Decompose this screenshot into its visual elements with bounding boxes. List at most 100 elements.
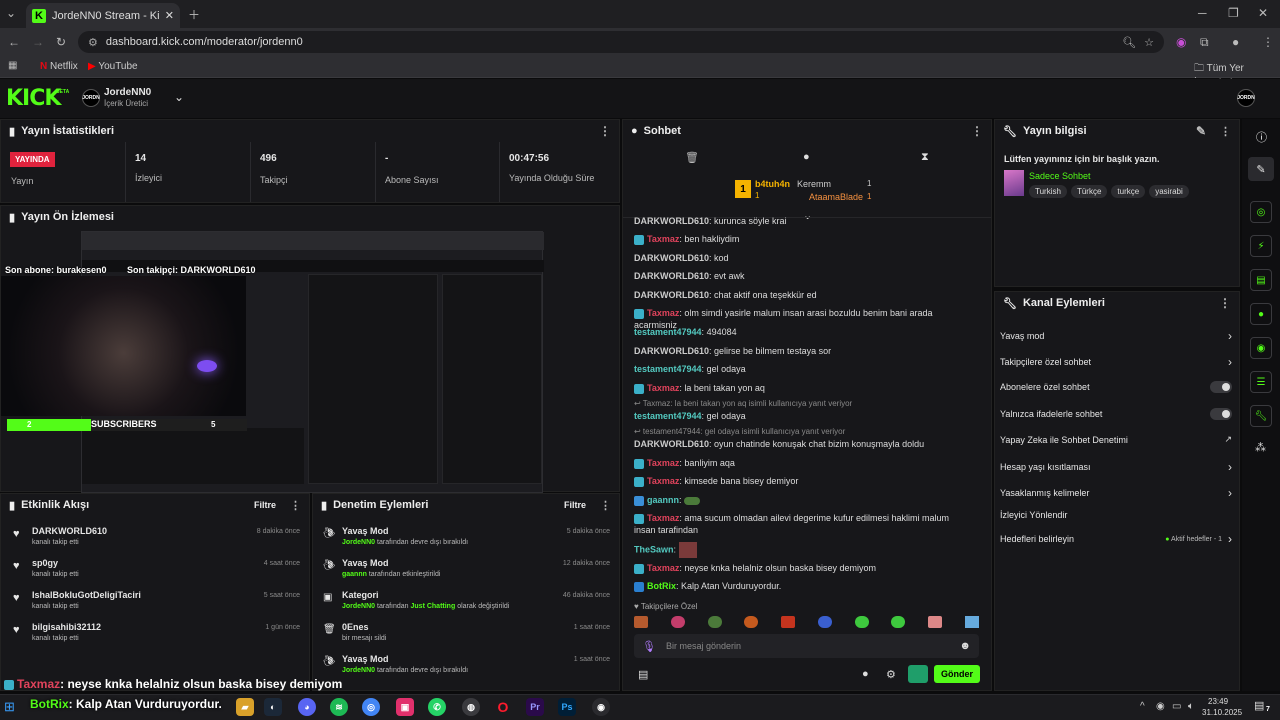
- stats-menu-icon[interactable]: ⋮: [599, 124, 611, 138]
- whatsapp-icon[interactable]: ✆: [428, 698, 446, 716]
- chat-user[interactable]: Taxmaz: [647, 513, 679, 523]
- edit-icon[interactable]: ✎: [1196, 124, 1206, 138]
- site-info-icon[interactable]: ⚙: [88, 36, 98, 49]
- activity-name[interactable]: sp0gy: [32, 558, 58, 568]
- emote-icon[interactable]: [744, 616, 759, 628]
- chat-user[interactable]: DARKWORLD610: [634, 253, 709, 263]
- modlog-category[interactable]: Just Chatting: [411, 603, 456, 610]
- back-icon[interactable]: ←: [8, 35, 20, 49]
- channel-switch-chevron-icon[interactable]: ⌄: [174, 90, 184, 104]
- chat-user[interactable]: DARKWORLD610: [634, 439, 709, 449]
- actions-menu-icon[interactable]: ⋮: [1219, 296, 1231, 310]
- profile-icon[interactable]: ●: [1232, 35, 1239, 49]
- bookmark-star-icon[interactable]: ☆: [1144, 36, 1154, 49]
- app-icon[interactable]: ◍: [462, 698, 480, 716]
- tray-app-icon[interactable]: ◉: [1156, 701, 1165, 712]
- chat-user[interactable]: TheSawn: [634, 544, 674, 554]
- chat-user[interactable]: Taxmaz: [647, 476, 679, 486]
- obs-icon[interactable]: ◉: [592, 698, 610, 716]
- emote-icon[interactable]: [817, 616, 832, 628]
- emoji-icon[interactable]: ☻: [959, 640, 971, 652]
- modlog-actor[interactable]: JordeNN0: [342, 539, 375, 546]
- tab-search-icon[interactable]: ⌄: [6, 6, 16, 20]
- premiere-icon[interactable]: Pr: [526, 698, 544, 716]
- sub-chat-toggle[interactable]: [1210, 381, 1232, 393]
- action-banned-words[interactable]: Yasaklanmış kelimeler ›: [1000, 486, 1232, 500]
- file-explorer-icon[interactable]: ▰: [236, 698, 254, 716]
- chat-user[interactable]: Taxmaz: [647, 234, 679, 244]
- chat-user[interactable]: testament47944: [634, 411, 702, 421]
- tools-icon[interactable]: 🔧︎: [1250, 405, 1272, 427]
- action-slow-mode[interactable]: Yavaş mod ›: [1000, 329, 1232, 343]
- url-field[interactable]: ⚙ dashboard.kick.com/moderator/jordenn0 …: [78, 31, 1164, 53]
- action-sub-chat[interactable]: Abonelere özel sohbet: [1000, 381, 1232, 393]
- browser-menu-icon[interactable]: ⋮: [1262, 35, 1274, 49]
- chat-user[interactable]: testament47944: [634, 364, 702, 374]
- activity-filter[interactable]: Filtre: [254, 500, 276, 510]
- list-icon[interactable]: ☰: [1250, 371, 1272, 393]
- chat-input[interactable]: 🎙︎ Bir mesaj gönderin ☻: [634, 634, 979, 658]
- chat-users-icon[interactable]: ●: [862, 668, 869, 680]
- stream-title-prompt[interactable]: Lütfen yayınınız için bir başlık yazın.: [1004, 154, 1160, 164]
- modlog-menu-icon[interactable]: ⋮: [600, 499, 611, 512]
- chat-user[interactable]: DARKWORLD610: [634, 216, 709, 226]
- apps-grid-icon[interactable]: ▦: [8, 60, 17, 71]
- chat-user[interactable]: Taxmaz: [647, 308, 679, 318]
- modlog-filter[interactable]: Filtre: [564, 500, 586, 510]
- restore-icon[interactable]: ❐: [1228, 6, 1239, 20]
- chat-user[interactable]: Taxmaz: [647, 458, 679, 468]
- chat-user[interactable]: DARKWORLD610: [634, 271, 709, 281]
- chrome-icon[interactable]: ◎: [362, 698, 380, 716]
- activity-name[interactable]: DARKWORLD610: [32, 526, 107, 536]
- emote-icon[interactable]: [670, 616, 685, 628]
- info-menu-icon[interactable]: ⋮: [1220, 125, 1231, 138]
- browser-tab[interactable]: K JordeNN0 Stream - Kick Dashb ✕: [26, 3, 180, 28]
- gift-icon[interactable]: ▤: [638, 668, 648, 681]
- action-ai-moderation[interactable]: Yapay Zeka ile Sohbet Denetimi ↗: [1000, 434, 1232, 445]
- leader-second[interactable]: Keremm: [797, 179, 831, 189]
- minimize-icon[interactable]: ─: [1198, 6, 1207, 20]
- photoshop-icon[interactable]: Ps: [558, 698, 576, 716]
- chat-menu-icon[interactable]: ⋮: [971, 124, 983, 138]
- zoom-icon[interactable]: 🔍︎: [1122, 36, 1136, 49]
- emote-icon[interactable]: [891, 616, 906, 628]
- emote-chat-toggle[interactable]: [1210, 408, 1232, 420]
- emote-icon[interactable]: [707, 616, 722, 628]
- chat-user[interactable]: Taxmaz: [647, 383, 679, 393]
- close-window-icon[interactable]: ✕: [1258, 6, 1268, 20]
- clock-date[interactable]: 31.10.2025: [1202, 708, 1242, 717]
- reload-icon[interactable]: ↻: [56, 35, 66, 49]
- tray-chevron-icon[interactable]: ^: [1140, 701, 1145, 712]
- start-icon[interactable]: ⊞: [4, 699, 15, 715]
- activity-menu-icon[interactable]: ⋮: [290, 499, 301, 512]
- photos-icon[interactable]: ▣: [396, 698, 414, 716]
- send-button[interactable]: Gönder: [934, 665, 980, 683]
- chat-bubble-icon[interactable]: ●: [803, 151, 810, 163]
- capture-icon[interactable]: ◎: [1250, 201, 1272, 223]
- action-follower-chat[interactable]: Takipçilere özel sohbet ›: [1000, 355, 1232, 369]
- clock-time[interactable]: 23:49: [1208, 697, 1228, 706]
- activity-name[interactable]: IshalBokluGotDeligiTaciri: [32, 590, 141, 600]
- emote-icon[interactable]: [964, 616, 979, 628]
- opera-icon[interactable]: O: [494, 698, 512, 716]
- lightning-icon[interactable]: ⚡︎: [1250, 235, 1272, 257]
- network-icon[interactable]: ▭: [1172, 701, 1181, 712]
- extensions-puzzle-icon[interactable]: ⧉: [1200, 35, 1209, 50]
- emote-icon[interactable]: [928, 616, 943, 628]
- leader-third[interactable]: AtaamaBlade: [809, 192, 863, 202]
- forward-icon[interactable]: →: [32, 35, 44, 49]
- modlog-name[interactable]: 0Enes: [342, 622, 369, 632]
- activity-name[interactable]: bilgisahibi32112: [32, 622, 101, 632]
- modlog-actor[interactable]: JordeNN0: [342, 667, 375, 674]
- info-icon[interactable]: ⓘ: [1256, 129, 1267, 145]
- broadcast-icon[interactable]: ◉: [1250, 337, 1272, 359]
- chat-user[interactable]: DARKWORLD610: [634, 346, 709, 356]
- spotify-icon[interactable]: ≋: [330, 698, 348, 716]
- bookmark-netflix[interactable]: N Netflix: [40, 61, 78, 72]
- bot-icon[interactable]: [908, 665, 928, 683]
- extension-icon[interactable]: ◉: [1176, 35, 1186, 49]
- action-emote-chat[interactable]: Yalnızca ifadelerle sohbet: [1000, 408, 1232, 420]
- chat-user[interactable]: DARKWORLD610: [634, 290, 709, 300]
- emote-icon[interactable]: [781, 616, 796, 628]
- hourglass-icon[interactable]: ⧗: [921, 151, 929, 164]
